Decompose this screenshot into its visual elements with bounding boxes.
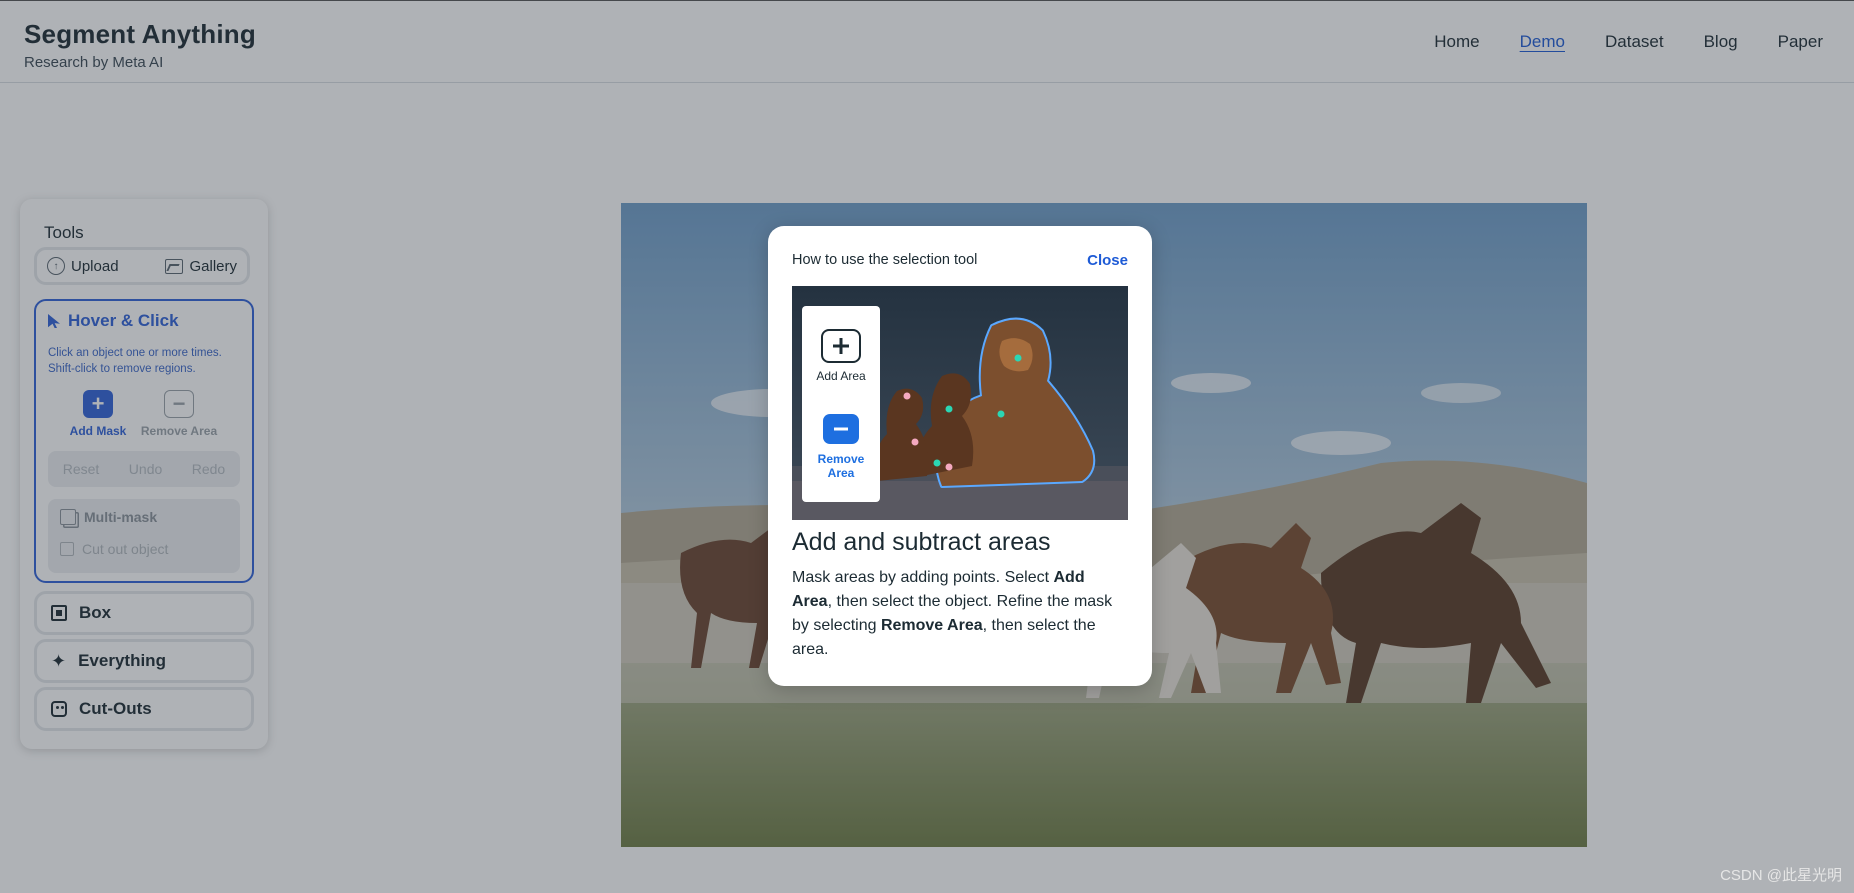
illu-remove-area-label: Remove Area	[817, 452, 865, 480]
modal-title: Add and subtract areas	[792, 528, 1051, 556]
close-button[interactable]: Close	[1087, 252, 1128, 269]
modal-body: Mask areas by adding points. Select Add …	[792, 566, 1128, 662]
page: Segment Anything Research by Meta AI Hom…	[0, 0, 1854, 893]
watermark: CSDN @此星光明	[1720, 867, 1842, 884]
help-modal: How to use the selection tool Close Add …	[768, 226, 1152, 686]
modal-illustration: Add Area Remove Area	[792, 286, 1128, 520]
modal-heading: How to use the selection tool	[792, 252, 978, 268]
illu-add-area-label: Add Area	[816, 369, 866, 383]
body-text-1: Mask areas by adding points. Select	[792, 569, 1054, 586]
bears-illustration	[792, 286, 1128, 520]
body-bold-remove-area: Remove Area	[880, 617, 983, 634]
